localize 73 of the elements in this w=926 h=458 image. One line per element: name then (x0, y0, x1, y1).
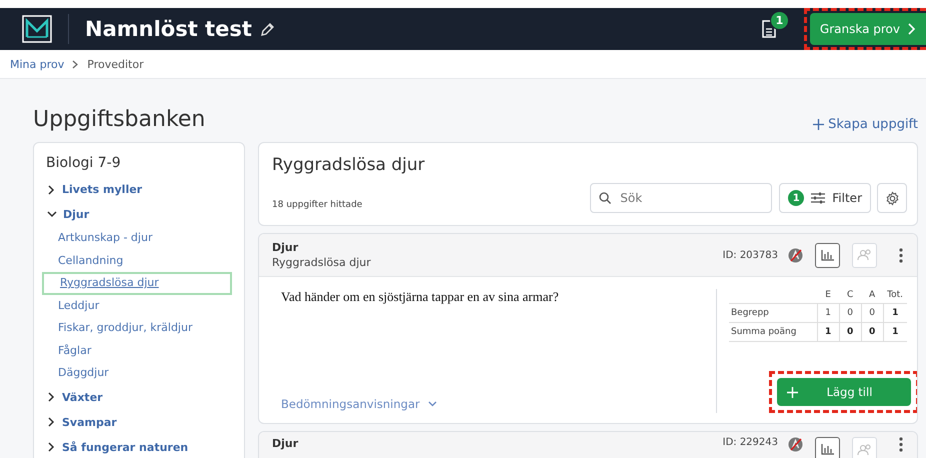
task-id: ID: 229243 (722, 437, 778, 448)
logo-icon[interactable] (22, 15, 52, 43)
table-cell: 0 (861, 304, 884, 322)
bar-chart-icon (821, 250, 834, 260)
breadcrumb-link[interactable]: Mina prov (10, 58, 64, 70)
chevron-icon (47, 184, 56, 194)
crossed-letter-icon (788, 437, 803, 452)
statistics-button[interactable] (815, 242, 840, 268)
column-header: E (817, 287, 840, 304)
chevron-icon (72, 60, 80, 68)
guidelines-link[interactable]: Bedömningsanvisningar (281, 397, 437, 413)
question-text: Vad händer om en sjöstjärna tappar en av sina armar? (281, 289, 560, 305)
chevron-icon (47, 417, 56, 427)
bar-chart-icon (821, 444, 834, 455)
task-topic: Ryggradslösa djur (272, 256, 372, 269)
subcategory-item[interactable]: Leddjur (42, 294, 232, 317)
subject-title: Biologi 7-9 (46, 155, 122, 171)
chevron-icon (428, 401, 437, 407)
plus-icon (787, 386, 798, 398)
result-count: 18 uppgifter hittade (272, 200, 364, 210)
review-button[interactable]: Granska prov (810, 13, 926, 45)
column-header: C (839, 287, 862, 304)
add-button[interactable]: Lägg till (777, 378, 911, 406)
more-icon[interactable] (899, 248, 903, 262)
task-id: ID: 203783 (722, 250, 778, 260)
table-cell: Summa poäng (729, 322, 818, 342)
table-cell: Begrepp (729, 304, 818, 322)
table-cell: 1 (883, 304, 907, 322)
page-title: Uppgiftsbanken (33, 107, 206, 132)
results-title: Ryggradslösa djur (272, 155, 426, 175)
category-item[interactable]: Livets myller (44, 177, 236, 202)
table-cell: 0 (839, 304, 862, 322)
create-task-link[interactable]: Skapa uppgift (813, 117, 918, 132)
subcategory-item[interactable]: Ryggradslösa djur (42, 272, 232, 294)
chevron-icon (47, 210, 57, 219)
subcategory-item[interactable]: Artkunskap - djur (42, 227, 232, 250)
sliders-icon (811, 192, 826, 204)
chevron-icon (908, 23, 916, 35)
plus-icon (813, 119, 824, 130)
test-title: Namnlöst test (85, 17, 252, 41)
subcategory-item[interactable]: Fiskar, groddjur, kräldjur (42, 317, 232, 340)
search-field[interactable]: Sök (590, 183, 772, 213)
task-category: Djur (272, 437, 300, 450)
task-category: Djur (272, 241, 300, 254)
count-badge: 1 (770, 11, 789, 30)
category-item[interactable]: Djur (44, 202, 236, 227)
breadcrumb-current: Proveditor (87, 58, 144, 70)
filter-button[interactable]: 1 Filter (779, 183, 871, 213)
subcategory-item[interactable]: Fåglar (42, 340, 232, 362)
category-item[interactable]: Svampar (44, 410, 236, 434)
table-cell: 1 (883, 322, 907, 342)
table-cell: 0 (861, 322, 884, 342)
search-icon (599, 192, 612, 204)
table-cell: 1 (817, 322, 840, 342)
subcategory-item[interactable]: Cellandning (42, 250, 232, 272)
more-icon[interactable] (899, 437, 903, 452)
settings-icon (884, 190, 900, 206)
document-icon[interactable] (762, 20, 776, 38)
pencil-icon[interactable] (260, 22, 275, 36)
crossed-letter-icon (788, 248, 803, 262)
people-icon (857, 444, 872, 456)
column-header: A (861, 287, 884, 304)
category-item[interactable]: Växter (44, 384, 236, 410)
settings-button[interactable] (877, 183, 907, 213)
statistics-button[interactable] (815, 437, 840, 458)
people-icon (857, 249, 872, 261)
chevron-icon (47, 442, 56, 452)
column-header: Tot. (883, 287, 907, 304)
table-cell: 1 (817, 304, 840, 322)
chevron-icon (47, 392, 56, 402)
table-cell: 0 (839, 322, 862, 342)
category-item[interactable]: Så fungerar naturen (44, 434, 236, 458)
subcategory-item[interactable]: Däggdjur (42, 362, 232, 384)
